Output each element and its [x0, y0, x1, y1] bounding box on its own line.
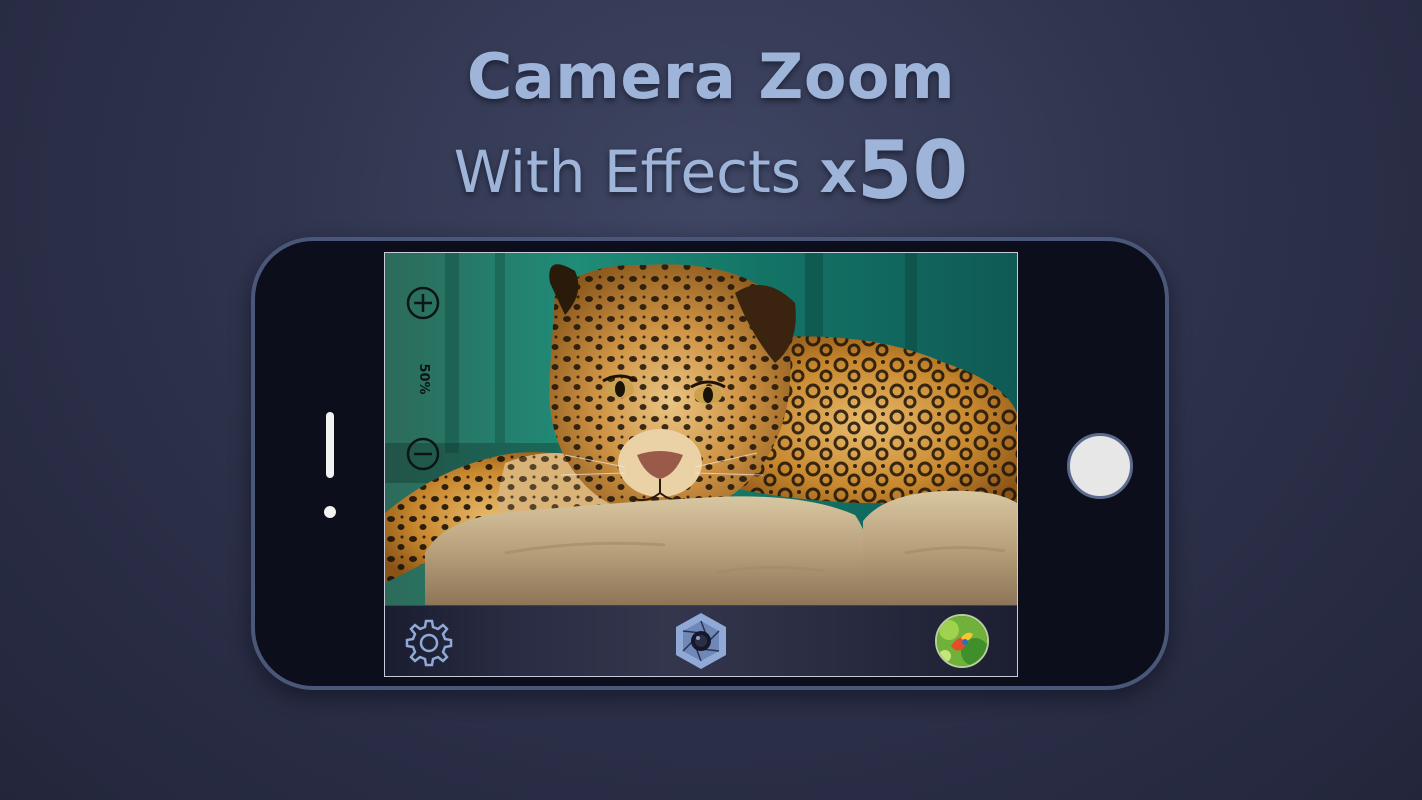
- multiplier-value: 50: [856, 124, 969, 217]
- gallery-thumbnail[interactable]: [935, 614, 989, 668]
- shutter-button[interactable]: [671, 611, 731, 671]
- plus-circle-icon: [406, 286, 440, 320]
- camera-viewfinder[interactable]: 50%: [385, 253, 1017, 605]
- settings-button[interactable]: [403, 616, 455, 668]
- zoom-level-label: 50%: [416, 363, 431, 395]
- camera-screen: 50%: [384, 252, 1018, 677]
- zoom-multiplier: x50: [819, 124, 968, 217]
- headline-title: Camera Zoom: [466, 40, 956, 113]
- zoom-in-button[interactable]: [405, 285, 441, 321]
- headline-subtitle: With Effects x50: [0, 118, 1422, 217]
- gear-icon: [405, 619, 453, 667]
- gallery-image: [937, 616, 987, 666]
- multiplier-x: x: [819, 138, 857, 206]
- phone-home-button[interactable]: [1067, 433, 1133, 499]
- minus-circle-icon: [406, 437, 440, 471]
- jaguar-photo: [385, 253, 1017, 605]
- phone-front-camera: [324, 506, 336, 518]
- camera-toolbar: [385, 605, 1017, 676]
- aperture-shutter-icon: [676, 613, 726, 669]
- phone-speaker: [326, 412, 334, 478]
- subtitle-text: With Effects: [453, 138, 820, 206]
- zoom-out-button[interactable]: [405, 436, 441, 472]
